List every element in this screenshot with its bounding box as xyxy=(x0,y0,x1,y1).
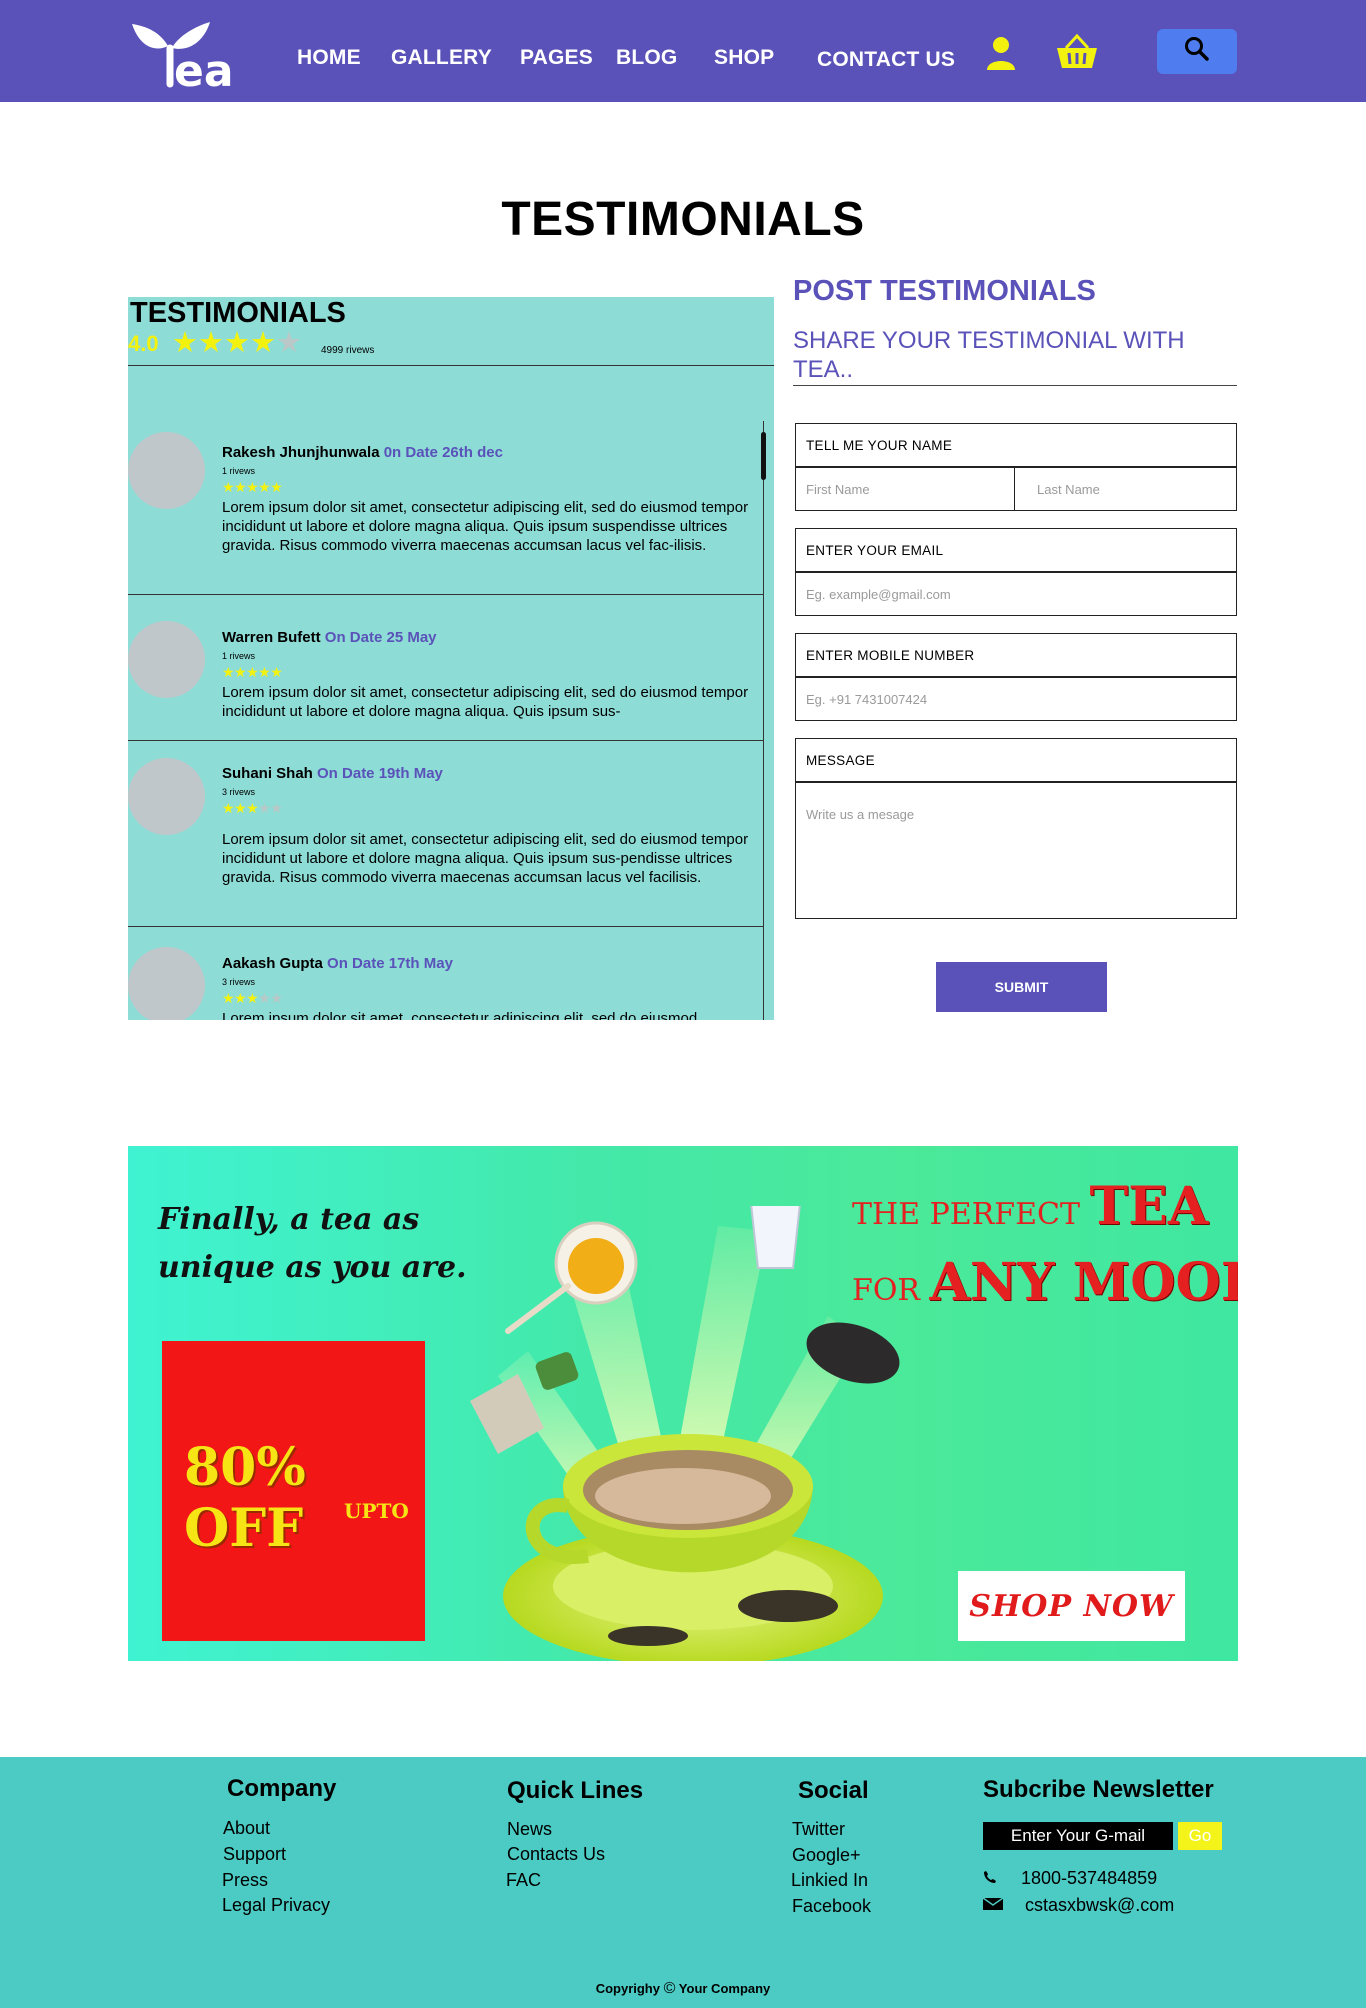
slogan-line-2: FOR ANY MOOD. xyxy=(852,1252,1238,1313)
search-icon xyxy=(1184,36,1210,67)
footer-link-fac[interactable]: FAC xyxy=(506,1870,541,1891)
review-text: Lorem ipsum dolor sit amet, consectetur … xyxy=(222,684,749,720)
review-name: Warren Bufett On Date 25 May xyxy=(222,629,437,646)
avatar xyxy=(128,432,205,509)
avatar xyxy=(128,758,205,835)
submit-button[interactable]: SUBMIT xyxy=(936,962,1107,1012)
copyright: Copyrighy © Your Company xyxy=(595,1980,771,1997)
tea-logo[interactable]: ea xyxy=(126,18,250,97)
footer-link-contacts[interactable]: Contacts Us xyxy=(507,1844,605,1865)
divider xyxy=(128,594,764,595)
nav-contact-us[interactable]: CONTACT US xyxy=(817,48,955,72)
slogan-line-1: THE PERFECT TEA xyxy=(852,1176,1209,1237)
review-date: On Date 25 May xyxy=(324,629,437,646)
footer-company-title: Company xyxy=(227,1775,337,1802)
review-date: On Date 19th May xyxy=(317,765,443,782)
promo-tagline: Finally, a tea as unique as you are. xyxy=(158,1202,467,1285)
footer-email: cstasxbwsk@.com xyxy=(982,1895,1175,1916)
footer-link-linkedin[interactable]: Linkied In xyxy=(791,1870,868,1891)
divider xyxy=(128,926,764,927)
divider xyxy=(793,385,1237,386)
mail-icon xyxy=(982,1895,1025,1916)
scroll-track xyxy=(763,421,764,1020)
avatar xyxy=(128,621,205,698)
footer-link-news[interactable]: News xyxy=(507,1819,552,1840)
email-label: ENTER YOUR EMAIL xyxy=(795,528,1237,572)
footer-phone: 1800-537484859 xyxy=(983,1868,1157,1889)
review-stars: ★★★★★ xyxy=(222,479,283,495)
basket-icon[interactable] xyxy=(1056,33,1098,75)
post-subtitle: SHARE YOUR TESTIMONIAL WITH TEA.. xyxy=(793,327,1185,383)
newsletter-email-input[interactable]: Enter Your G-mail xyxy=(983,1822,1173,1850)
review-count: 1 rivews xyxy=(222,466,256,476)
avatar xyxy=(128,947,205,1020)
post-title: POST TESTIMONIALS xyxy=(793,275,1096,307)
review-text: Lorem ipsum dolor sit amet, consectetur … xyxy=(222,1010,698,1020)
nav-blog[interactable]: BLOG xyxy=(616,46,677,70)
divider xyxy=(128,740,764,741)
email-field[interactable] xyxy=(795,572,1237,616)
footer-newsletter-title: Subcribe Newsletter xyxy=(983,1776,1214,1803)
footer-link-support[interactable]: Support xyxy=(223,1844,286,1865)
newsletter-go-button[interactable]: Go xyxy=(1178,1822,1222,1850)
footer-link-google-plus[interactable]: Google+ xyxy=(792,1845,861,1866)
rating-value: 4.0 xyxy=(128,331,159,356)
nav-home[interactable]: HOME xyxy=(297,46,361,70)
reviews-title: TESTIMONIALS xyxy=(130,297,346,329)
page-title: TESTIMONIALS xyxy=(501,193,865,246)
first-name-field[interactable] xyxy=(795,467,1015,511)
rating-stars: ★★★★★ xyxy=(172,327,302,359)
user-icon[interactable] xyxy=(986,36,1016,75)
nav-pages[interactable]: PAGES xyxy=(520,46,593,70)
review-text: Lorem ipsum dolor sit amet, consectetur … xyxy=(222,499,749,554)
review-count: 3 rivews xyxy=(222,787,256,797)
shop-now-button[interactable]: SHOP NOW xyxy=(958,1571,1185,1641)
footer-link-legal-privacy[interactable]: Legal Privacy xyxy=(222,1895,330,1916)
message-field[interactable] xyxy=(795,782,1237,919)
review-name: Aakash Gupta On Date 17th May xyxy=(222,955,453,972)
review-name: Rakesh Jhunjhunwala 0n Date 26th dec xyxy=(222,444,503,461)
review-stars: ★★★★★ xyxy=(222,800,283,816)
nav-gallery[interactable]: GALLERY xyxy=(391,46,492,70)
email-address: cstasxbwsk@.com xyxy=(1025,1895,1175,1915)
testimonials-panel: TESTIMONIALS 4.0 ★★★★★ 4999 rivews Rakes… xyxy=(128,297,774,1020)
discount-box: 80% OFF UPTO xyxy=(162,1341,425,1641)
rating-count: 4999 rivews xyxy=(321,345,375,356)
divider xyxy=(128,365,774,366)
discount-amount: 80% OFF xyxy=(184,1437,306,1559)
phone-icon xyxy=(983,1868,1021,1889)
footer-link-about[interactable]: About xyxy=(223,1818,270,1839)
review-count: 3 rivews xyxy=(222,977,256,987)
scrollbar-thumb[interactable] xyxy=(761,432,766,480)
search-button[interactable] xyxy=(1157,29,1237,74)
svg-text:ea: ea xyxy=(174,46,234,90)
promo-banner: Finally, a tea as unique as you are. 80%… xyxy=(128,1146,1238,1661)
phone-number: 1800-537484859 xyxy=(1021,1868,1158,1888)
nav-shop[interactable]: SHOP xyxy=(714,46,774,70)
review-count: 1 rivews xyxy=(222,651,256,661)
name-label: TELL ME YOUR NAME xyxy=(795,423,1237,467)
review-stars: ★★★★★ xyxy=(222,664,283,680)
top-nav: ea HOME GALLERY PAGES BLOG SHOP CONTACT … xyxy=(0,0,1366,102)
message-label: MESSAGE xyxy=(795,738,1237,782)
footer-social-title: Social xyxy=(798,1777,869,1804)
tea-cup-illustration xyxy=(470,1206,900,1661)
review-date: 0n Date 26th dec xyxy=(383,444,503,461)
review-name: Suhani Shah On Date 19th May xyxy=(222,765,443,782)
last-name-field[interactable] xyxy=(1014,467,1237,511)
mobile-label: ENTER MOBILE NUMBER xyxy=(795,633,1237,677)
footer-link-press[interactable]: Press xyxy=(222,1870,268,1891)
review-stars: ★★★★★ xyxy=(222,990,283,1006)
review-date: On Date 17th May xyxy=(327,955,453,972)
mobile-field[interactable] xyxy=(795,677,1237,721)
review-text: Lorem ipsum dolor sit amet, consectetur … xyxy=(222,831,749,886)
footer-link-twitter[interactable]: Twitter xyxy=(792,1819,845,1840)
footer-link-facebook[interactable]: Facebook xyxy=(792,1896,871,1917)
discount-upto: UPTO xyxy=(344,1499,409,1523)
footer-quick-title: Quick Lines xyxy=(507,1777,644,1804)
